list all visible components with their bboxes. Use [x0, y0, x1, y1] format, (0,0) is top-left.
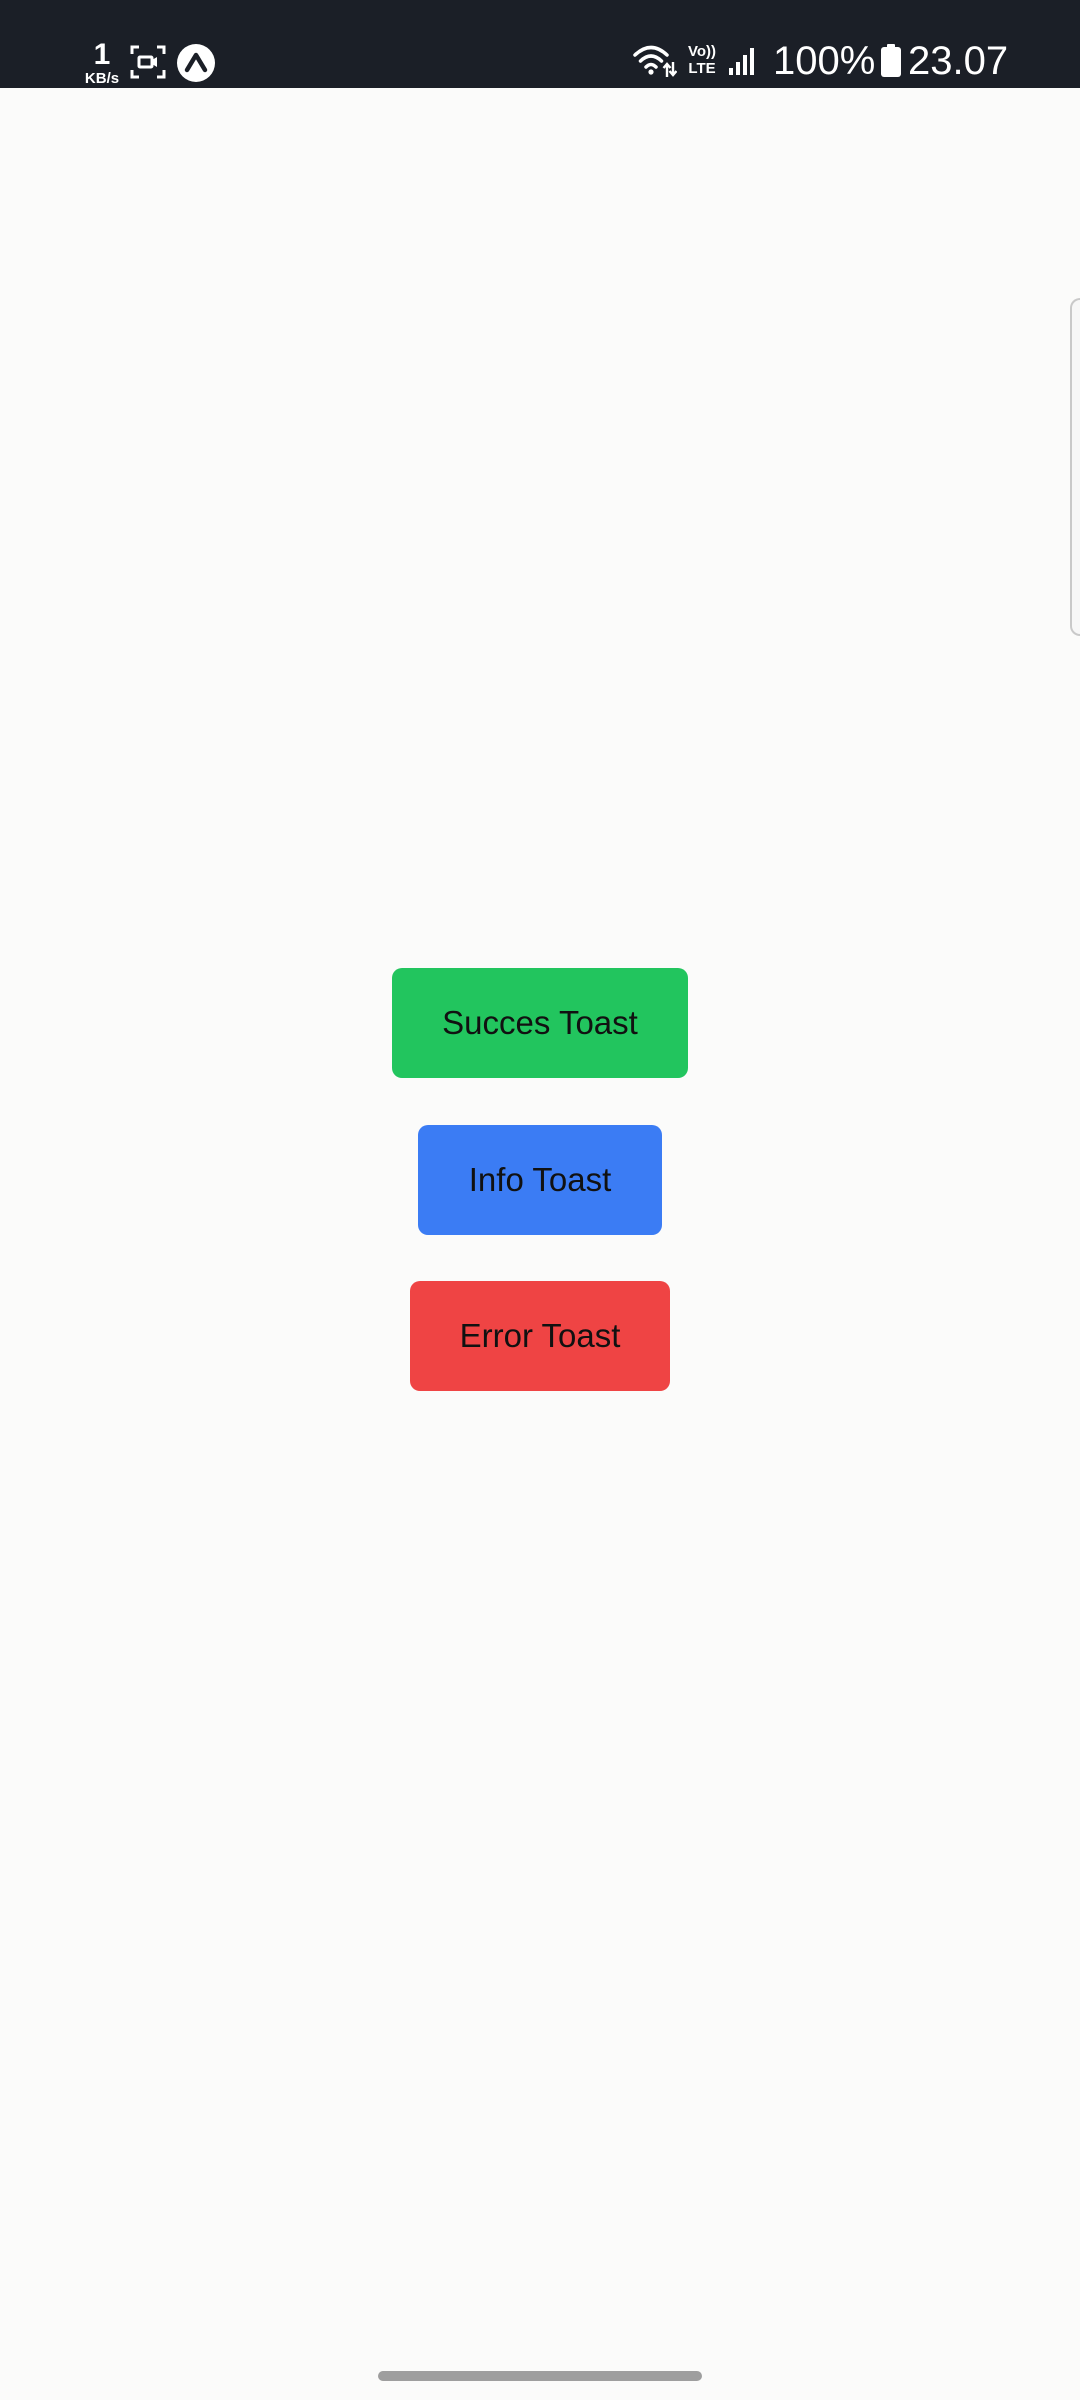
battery-percent: 100% — [773, 39, 876, 83]
status-bar: 1 KB/s Vo)) LTE 100% 23.07 — [0, 0, 1080, 88]
screen-record-icon — [130, 45, 166, 79]
volte-icon: Vo)) LTE — [683, 44, 721, 78]
wifi-icon — [633, 45, 677, 77]
edge-panel-handle[interactable] — [1070, 298, 1080, 636]
network-speed: 1 KB/s — [80, 38, 124, 87]
battery-icon — [881, 44, 901, 77]
volte-label: Vo)) — [687, 43, 717, 60]
expo-icon — [177, 44, 215, 82]
network-speed-value: 1 — [93, 38, 111, 71]
error-toast-button[interactable]: Error Toast — [410, 1281, 670, 1391]
success-toast-button[interactable]: Succes Toast — [392, 968, 688, 1078]
home-gesture-bar[interactable] — [378, 2371, 702, 2381]
info-toast-button[interactable]: Info Toast — [418, 1125, 662, 1235]
network-speed-unit: KB/s — [84, 70, 120, 87]
signal-icon — [729, 48, 754, 75]
lte-label: LTE — [688, 60, 716, 77]
clock: 23.07 — [908, 39, 1009, 83]
